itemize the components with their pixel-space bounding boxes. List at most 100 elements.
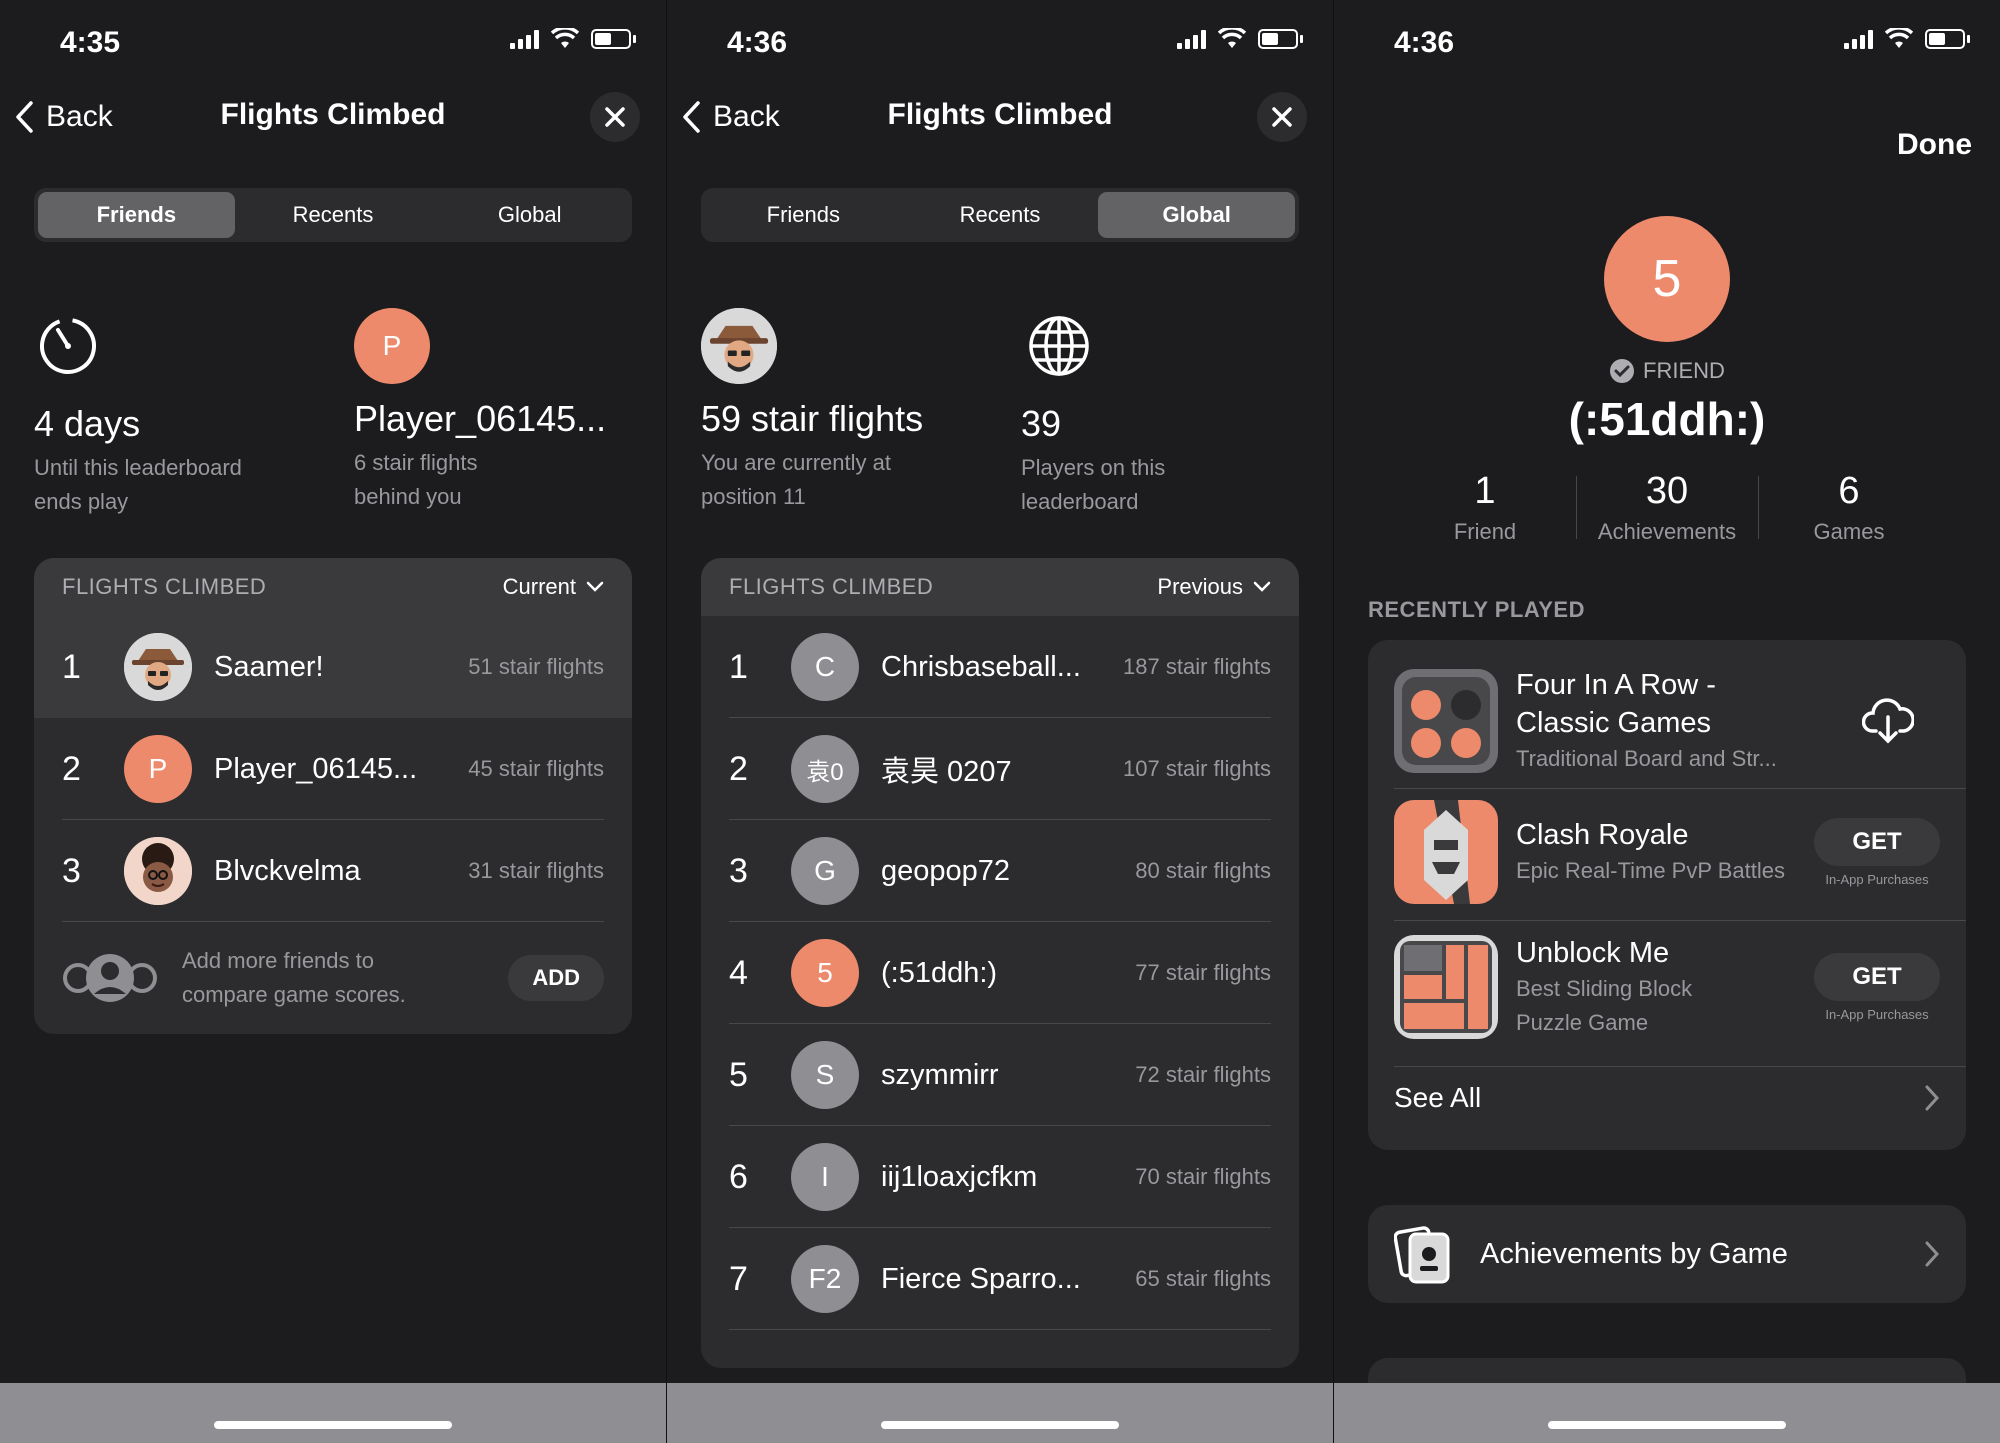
avatar: 袁0 xyxy=(791,735,859,803)
status-bar: 4:36 xyxy=(667,0,1333,84)
time-remaining-stat: 4 days Until this leaderboard ends play xyxy=(34,308,334,519)
avatar xyxy=(124,837,192,905)
chevron-down-icon xyxy=(1253,581,1271,592)
player-score: 72 stair flights xyxy=(1135,1062,1271,1087)
signal-icon xyxy=(1177,29,1206,49)
leaderboard-segmented-control: Friends Recents Global xyxy=(701,188,1299,242)
period-dropdown[interactable]: Previous xyxy=(1157,574,1271,600)
leaderboard-label: FLIGHTS CLIMBED xyxy=(729,574,934,599)
leaderboard-row[interactable]: 5 S szymmirr 72 stair flights xyxy=(701,1024,1299,1126)
profile-stats: 1 Friend 30 Achievements 6 Games xyxy=(1394,470,1940,545)
avatar: P xyxy=(124,735,192,803)
leaderboard-row-partial[interactable] xyxy=(701,1330,1299,1368)
stat-caption-line1: 6 stair flights xyxy=(354,450,478,475)
tab-recents[interactable]: Recents xyxy=(902,192,1099,238)
stat-caption-line1: You are currently at xyxy=(701,450,891,475)
leaderboard-row[interactable]: 6 I iij1loaxjcfkm 70 stair flights xyxy=(701,1126,1299,1228)
achievements-stat[interactable]: 30 Achievements xyxy=(1576,470,1758,545)
rank: 7 xyxy=(729,1259,748,1298)
avatar: C xyxy=(791,633,859,701)
avatar: G xyxy=(791,837,859,905)
battery-icon xyxy=(1925,29,1965,49)
home-indicator[interactable] xyxy=(881,1421,1119,1429)
signal-icon xyxy=(510,29,539,49)
leaderboard-row[interactable]: 3 G geopop72 80 stair flights xyxy=(701,820,1299,922)
leaderboard-row[interactable]: 4 5 (:51ddh:) 77 stair flights xyxy=(701,922,1299,1024)
game-item-unblock-me[interactable]: Unblock Me Best Sliding Block Puzzle Gam… xyxy=(1394,934,1940,1040)
player-name: Fierce Sparro... xyxy=(881,1262,1081,1295)
close-button[interactable] xyxy=(590,92,640,142)
player-name: iij1loaxjcfkm xyxy=(881,1160,1038,1193)
stat-label: Friend xyxy=(1453,519,1517,544)
signal-icon xyxy=(1844,29,1873,49)
tab-global[interactable]: Global xyxy=(1098,192,1296,238)
leaderboard-card: FLIGHTS CLIMBED Previous 1 C Chrisbaseba… xyxy=(701,558,1299,1368)
your-score-stat: 59 stair flights You are currently at pos… xyxy=(701,308,1001,514)
add-friends-text-line2: compare game scores. xyxy=(182,982,406,1007)
globe-icon xyxy=(1029,316,1089,376)
home-indicator[interactable] xyxy=(214,1421,452,1429)
battery-icon xyxy=(1258,29,1298,49)
period-dropdown[interactable]: Current xyxy=(503,574,604,600)
game-item-four-in-a-row[interactable]: Four In A Row - Classic Games Traditiona… xyxy=(1394,666,1940,776)
leaderboard-row[interactable]: 1 Saamer! 51 stair flights xyxy=(34,616,632,718)
stat-caption-line2: ends play xyxy=(34,489,129,514)
game-icon xyxy=(1394,800,1498,904)
close-icon xyxy=(605,107,625,127)
player-score: 77 stair flights xyxy=(1135,960,1271,985)
avatar: I xyxy=(791,1143,859,1211)
add-friends-button[interactable]: ADD xyxy=(508,955,604,1001)
friends-stat[interactable]: 1 Friend xyxy=(1394,470,1576,545)
leaderboard-row[interactable]: 2 袁0 袁昊 0207 107 stair flights xyxy=(701,718,1299,820)
nav-bar: Back Flights Climbed xyxy=(0,84,666,154)
game-icon xyxy=(1394,935,1498,1039)
stat-caption-line2: position 11 xyxy=(701,484,806,509)
tab-recents[interactable]: Recents xyxy=(235,192,432,238)
game-title: Unblock Me xyxy=(1516,937,1670,969)
leaderboard-row[interactable]: 3 Blvckvelma 31 stair flights xyxy=(34,820,632,922)
leaderboard-row[interactable]: 1 C Chrisbaseball... 187 stair flights xyxy=(701,616,1299,718)
leaderboard-segmented-control: Friends Recents Global xyxy=(34,188,632,242)
stat-value: Player_06145... xyxy=(354,398,607,439)
profile-avatar: 5 xyxy=(1604,216,1730,342)
tab-friends[interactable]: Friends xyxy=(705,192,902,238)
leaderboard-row[interactable]: 7 F2 Fierce Sparro... 65 stair flights xyxy=(701,1228,1299,1330)
get-button[interactable]: GET xyxy=(1814,817,1940,866)
avatar xyxy=(124,633,192,701)
player-score: 187 stair flights xyxy=(1123,654,1271,679)
add-friends-text-line1: Add more friends to xyxy=(182,948,374,973)
home-indicator[interactable] xyxy=(1548,1421,1786,1429)
game-subtitle: Epic Real-Time PvP Battles xyxy=(1516,858,1785,883)
game-subtitle-line2: Puzzle Game xyxy=(1516,1010,1649,1035)
close-button[interactable] xyxy=(1257,92,1307,142)
screen-friends-leaderboard: 4:35 Back Flights Climbed Friends Recent… xyxy=(0,0,666,1443)
game-item-clash-royale[interactable]: Clash Royale Epic Real-Time PvP Battles … xyxy=(1394,800,1940,904)
recently-played-card: Four In A Row - Classic Games Traditiona… xyxy=(1368,640,1966,1150)
games-stat[interactable]: 6 Games xyxy=(1758,470,1940,545)
status-time: 4:35 xyxy=(60,26,121,59)
stat-label: Achievements xyxy=(1597,519,1737,544)
stat-caption-line1: Until this leaderboard xyxy=(34,455,242,480)
game-subtitle: Traditional Board and Str... xyxy=(1516,746,1777,771)
get-button[interactable]: GET xyxy=(1814,952,1940,1001)
stat-caption-line1: Players on this xyxy=(1021,455,1166,480)
checkmark-seal-icon xyxy=(1610,359,1635,383)
player-score: 31 stair flights xyxy=(468,858,604,883)
cloud-download-icon[interactable] xyxy=(1862,697,1914,745)
leaderboard-row[interactable]: 2 P Player_06145... 45 stair flights xyxy=(34,718,632,820)
stat-value: 59 stair flights xyxy=(701,398,924,439)
avatar: F2 xyxy=(791,1245,859,1313)
stat-number: 6 xyxy=(1838,470,1860,512)
achievements-by-game-button[interactable]: Achievements by Game xyxy=(1368,1205,1966,1303)
done-button[interactable]: Done xyxy=(1897,128,1972,162)
tab-friends[interactable]: Friends xyxy=(38,192,235,238)
see-all-button[interactable]: See All xyxy=(1394,1068,1940,1128)
friend-label: FRIEND xyxy=(1643,358,1725,383)
achievement-book-icon xyxy=(1394,1226,1450,1284)
game-icon xyxy=(1394,669,1498,773)
stat-value: 4 days xyxy=(34,403,141,444)
wifi-icon xyxy=(1885,28,1913,48)
avatar: S xyxy=(791,1041,859,1109)
period-label: Current xyxy=(502,574,576,599)
tab-global[interactable]: Global xyxy=(431,192,628,238)
